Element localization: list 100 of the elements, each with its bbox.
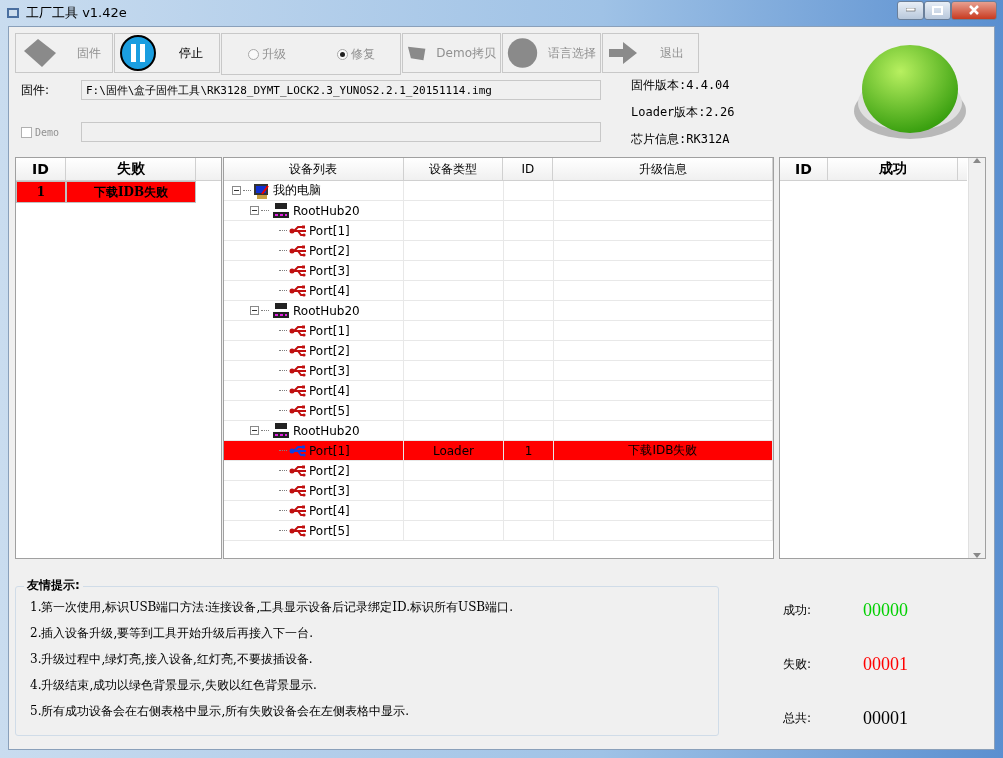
- tree-row[interactable]: Port[5]: [224, 401, 773, 421]
- info-text: Loader版本:2.26: [631, 104, 735, 121]
- scroll-down-icon[interactable]: [973, 553, 981, 558]
- arrow-icon: [607, 40, 639, 66]
- tree-row[interactable]: Port[5]: [224, 521, 773, 541]
- pause-icon: [119, 34, 157, 72]
- usb-icon: [289, 244, 307, 257]
- demo-field[interactable]: [81, 122, 601, 142]
- info-text: 芯片信息:RK312A: [631, 131, 731, 148]
- column-header[interactable]: 设备列表: [224, 158, 404, 180]
- usb-icon: [289, 384, 307, 397]
- tree-row[interactable]: Port[3]: [224, 361, 773, 381]
- tree-row[interactable]: 我的电脑: [224, 181, 773, 201]
- hub-icon: [271, 201, 291, 220]
- tree-row[interactable]: Port[2]: [224, 241, 773, 261]
- usb-icon: [289, 324, 307, 337]
- usb-icon: [289, 484, 307, 497]
- stat-label: 总共:: [783, 709, 813, 727]
- window-title: 工厂工具 v1.42e: [26, 4, 127, 22]
- tree-row[interactable]: RootHub20: [224, 301, 773, 321]
- close-icon: [968, 5, 980, 15]
- tree-label: Port[1]: [309, 323, 350, 338]
- column-header[interactable]: 升级信息: [553, 158, 773, 180]
- close-button[interactable]: [951, 0, 997, 20]
- tree-row[interactable]: Port[2]: [224, 341, 773, 361]
- tree-label: Port[4]: [309, 283, 350, 298]
- info-text: 固件版本:4.4.04: [631, 77, 731, 94]
- usb-icon: [289, 344, 307, 357]
- tree-row[interactable]: Port[1]: [224, 321, 773, 341]
- collapse-icon[interactable]: [232, 186, 241, 195]
- maximize-button[interactable]: [924, 0, 951, 20]
- table-cell: 下载IDB失败: [66, 181, 196, 203]
- tip-text: 4.升级结束,成功以绿色背景显示,失败以红色背景显示.: [30, 677, 318, 694]
- collapse-icon[interactable]: [250, 306, 259, 315]
- hub-icon: [271, 421, 291, 440]
- column-header[interactable]: 成功: [828, 158, 958, 180]
- maximize-icon: [932, 5, 943, 15]
- tree-row[interactable]: Port[2]: [224, 461, 773, 481]
- device-type-text: Loader: [432, 443, 475, 458]
- collapse-icon[interactable]: [250, 206, 259, 215]
- app-icon: [6, 6, 20, 20]
- tree-row[interactable]: Port[3]: [224, 261, 773, 281]
- tree-label: 我的电脑: [273, 182, 321, 199]
- tree-row[interactable]: Port[3]: [224, 481, 773, 501]
- tree-row[interactable]: Port[4]: [224, 381, 773, 401]
- stat-value: 00001: [863, 654, 908, 675]
- tree-row[interactable]: Port[1]: [224, 221, 773, 241]
- tree-label: Port[4]: [309, 383, 350, 398]
- tip-text: 1.第一次使用,标识USB端口方法:连接设备,工具显示设备后记录绑定ID.标识所有USB端口.: [30, 599, 514, 616]
- usb-icon: [289, 524, 307, 537]
- stat-label: 失败:: [783, 656, 813, 673]
- tree-row[interactable]: RootHub20: [224, 201, 773, 221]
- tree-label: Port[1]: [309, 223, 350, 238]
- usb-icon: [289, 224, 307, 237]
- tree-label: Port[1]: [309, 443, 350, 458]
- usb-icon: [289, 404, 307, 417]
- firmware-path-field[interactable]: F:\固件\盒子固件工具\RK3128_DYMT_LOCK2.3_YUNOS2.2.1_20151114.img: [81, 80, 601, 100]
- tree-label: Port[3]: [309, 263, 350, 278]
- tip-text: 2.插入设备升级,要等到工具开始升级后再接入下一台.: [30, 625, 315, 642]
- scrollbar[interactable]: [968, 158, 985, 558]
- tree-label: Port[2]: [309, 243, 350, 258]
- minimize-icon: [905, 8, 916, 12]
- tree-label: RootHub20: [293, 203, 360, 218]
- tree-row[interactable]: Port[1] Loader 1 下载IDB失败: [224, 441, 773, 461]
- upgrade-info-text: 下载IDB失败: [628, 442, 698, 459]
- column-header[interactable]: 失败: [66, 158, 196, 180]
- tree-label: Port[4]: [309, 503, 350, 518]
- tree-label: Port[3]: [309, 363, 350, 378]
- column-header[interactable]: ID: [780, 158, 828, 180]
- tree-row[interactable]: Port[4]: [224, 501, 773, 521]
- tree-row[interactable]: Port[4]: [224, 281, 773, 301]
- usb-icon: [289, 284, 307, 297]
- tree-label: Port[2]: [309, 343, 350, 358]
- usb-icon: [289, 464, 307, 477]
- hub-icon: [271, 301, 291, 320]
- stat-value: 00001: [863, 707, 908, 729]
- table-cell: 1: [16, 181, 66, 203]
- usb-icon: [289, 504, 307, 517]
- device-id-text: 1: [524, 443, 533, 458]
- usb-icon: [289, 364, 307, 377]
- firmware-label: 固件:: [20, 81, 51, 99]
- toolbar-button[interactable]: 停止: [114, 33, 220, 73]
- scroll-up-icon[interactable]: [973, 158, 981, 163]
- tree-label: Port[3]: [309, 483, 350, 498]
- computer-icon: [253, 181, 271, 200]
- tree-label: RootHub20: [293, 303, 360, 318]
- usb-icon: [289, 264, 307, 277]
- tree-label: Port[5]: [309, 523, 350, 538]
- stat-value: 00000: [863, 600, 908, 622]
- column-header[interactable]: ID: [503, 158, 554, 180]
- tree-label: RootHub20: [293, 423, 360, 438]
- tip-text: 5.所有成功设备会在右侧表格中显示,所有失败设备会在左侧表格中显示.: [30, 703, 411, 720]
- collapse-icon[interactable]: [250, 426, 259, 435]
- tree-label: Port[2]: [309, 463, 350, 478]
- tree-label: Port[5]: [309, 403, 350, 418]
- column-header[interactable]: 设备类型: [403, 158, 504, 180]
- minimize-button[interactable]: [897, 0, 924, 20]
- column-header[interactable]: ID: [16, 158, 66, 180]
- usb-icon: [289, 444, 307, 457]
- stat-label: 成功:: [783, 602, 813, 620]
